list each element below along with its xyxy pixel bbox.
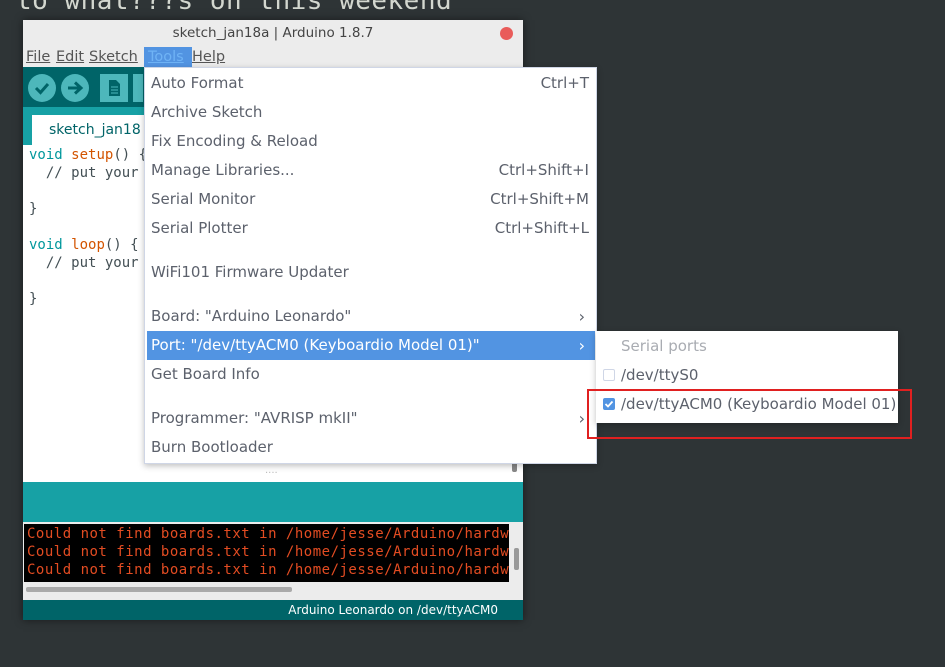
- tools-menu-dropdown: Auto Format Ctrl+T Archive Sketch Fix Enc…: [144, 67, 597, 464]
- menu-edit[interactable]: Edit: [56, 47, 84, 67]
- menu-item-wifi101-updater[interactable]: WiFi101 Firmware Updater: [146, 258, 595, 287]
- code-comment: // put your: [29, 255, 139, 271]
- menu-item-get-board-info[interactable]: Get Board Info: [146, 360, 595, 389]
- status-bar: Arduino Leonardo on /dev/ttyACM0: [23, 600, 523, 620]
- resize-handle[interactable]: ....: [265, 465, 278, 476]
- menu-item-manage-libraries[interactable]: Manage Libraries... Ctrl+Shift+I: [146, 156, 595, 185]
- menu-file[interactable]: File: [26, 47, 50, 67]
- menu-item-auto-format[interactable]: Auto Format Ctrl+T: [146, 69, 595, 98]
- console-output: Could not find boards.txt in /home/jesse…: [24, 524, 509, 582]
- menu-help[interactable]: Help: [192, 47, 225, 67]
- menu-item-serial-monitor[interactable]: Serial Monitor Ctrl+Shift+M: [146, 185, 595, 214]
- menu-bar: File Edit Sketch Tools Help: [23, 47, 523, 67]
- menu-item-burn-bootloader[interactable]: Burn Bootloader: [146, 433, 595, 462]
- menu-tools[interactable]: Tools: [144, 47, 192, 67]
- console-line: Could not find boards.txt in /home/jesse…: [27, 562, 509, 578]
- menu-item-board[interactable]: Board: "Arduino Leonardo" ›: [146, 302, 595, 331]
- code-line: void loop() {: [29, 237, 139, 253]
- checkbox-icon[interactable]: [603, 369, 615, 381]
- menu-item-fix-encoding[interactable]: Fix Encoding & Reload: [146, 127, 595, 156]
- code-comment: // put your: [29, 165, 139, 181]
- menu-item-port[interactable]: Port: "/dev/ttyACM0 (Keyboardio Model 01…: [147, 331, 595, 360]
- annotation-highlight-box: [587, 389, 912, 439]
- console-vertical-scrollbar[interactable]: [514, 548, 519, 570]
- board-port-status: Arduino Leonardo on /dev/ttyACM0: [288, 603, 498, 617]
- console-line: Could not find boards.txt in /home/jesse…: [27, 526, 509, 542]
- verify-icon[interactable]: [28, 74, 56, 102]
- message-area: [23, 482, 523, 522]
- menu-item-archive-sketch[interactable]: Archive Sketch: [146, 98, 595, 127]
- title-bar: sketch_jan18a | Arduino 1.8.7: [23, 20, 523, 47]
- chevron-right-icon: ›: [578, 336, 585, 355]
- window-title: sketch_jan18a | Arduino 1.8.7: [172, 25, 374, 41]
- upload-icon[interactable]: [61, 74, 89, 102]
- code-line: void setup() {: [29, 147, 148, 163]
- chevron-right-icon: ›: [578, 307, 585, 326]
- code-line: }: [29, 291, 38, 307]
- port-option-ttys0[interactable]: /dev/ttyS0: [596, 361, 898, 390]
- code-line: }: [29, 201, 38, 217]
- open-icon[interactable]: [133, 74, 143, 102]
- console: Could not find boards.txt in /home/jesse…: [23, 522, 523, 600]
- chevron-right-icon: ›: [578, 409, 585, 428]
- menu-item-programmer[interactable]: Programmer: "AVRISP mkII" ›: [146, 404, 595, 433]
- close-icon[interactable]: [500, 27, 513, 40]
- console-line: Could not find boards.txt in /home/jesse…: [27, 544, 509, 560]
- console-horizontal-scrollbar[interactable]: [26, 587, 292, 592]
- new-icon[interactable]: [100, 74, 128, 102]
- submenu-header: Serial ports: [621, 337, 707, 355]
- background-terminal-text: to what???s on this weekend: [16, 0, 453, 16]
- menu-sketch[interactable]: Sketch: [89, 47, 138, 67]
- menu-item-serial-plotter[interactable]: Serial Plotter Ctrl+Shift+L: [146, 214, 595, 243]
